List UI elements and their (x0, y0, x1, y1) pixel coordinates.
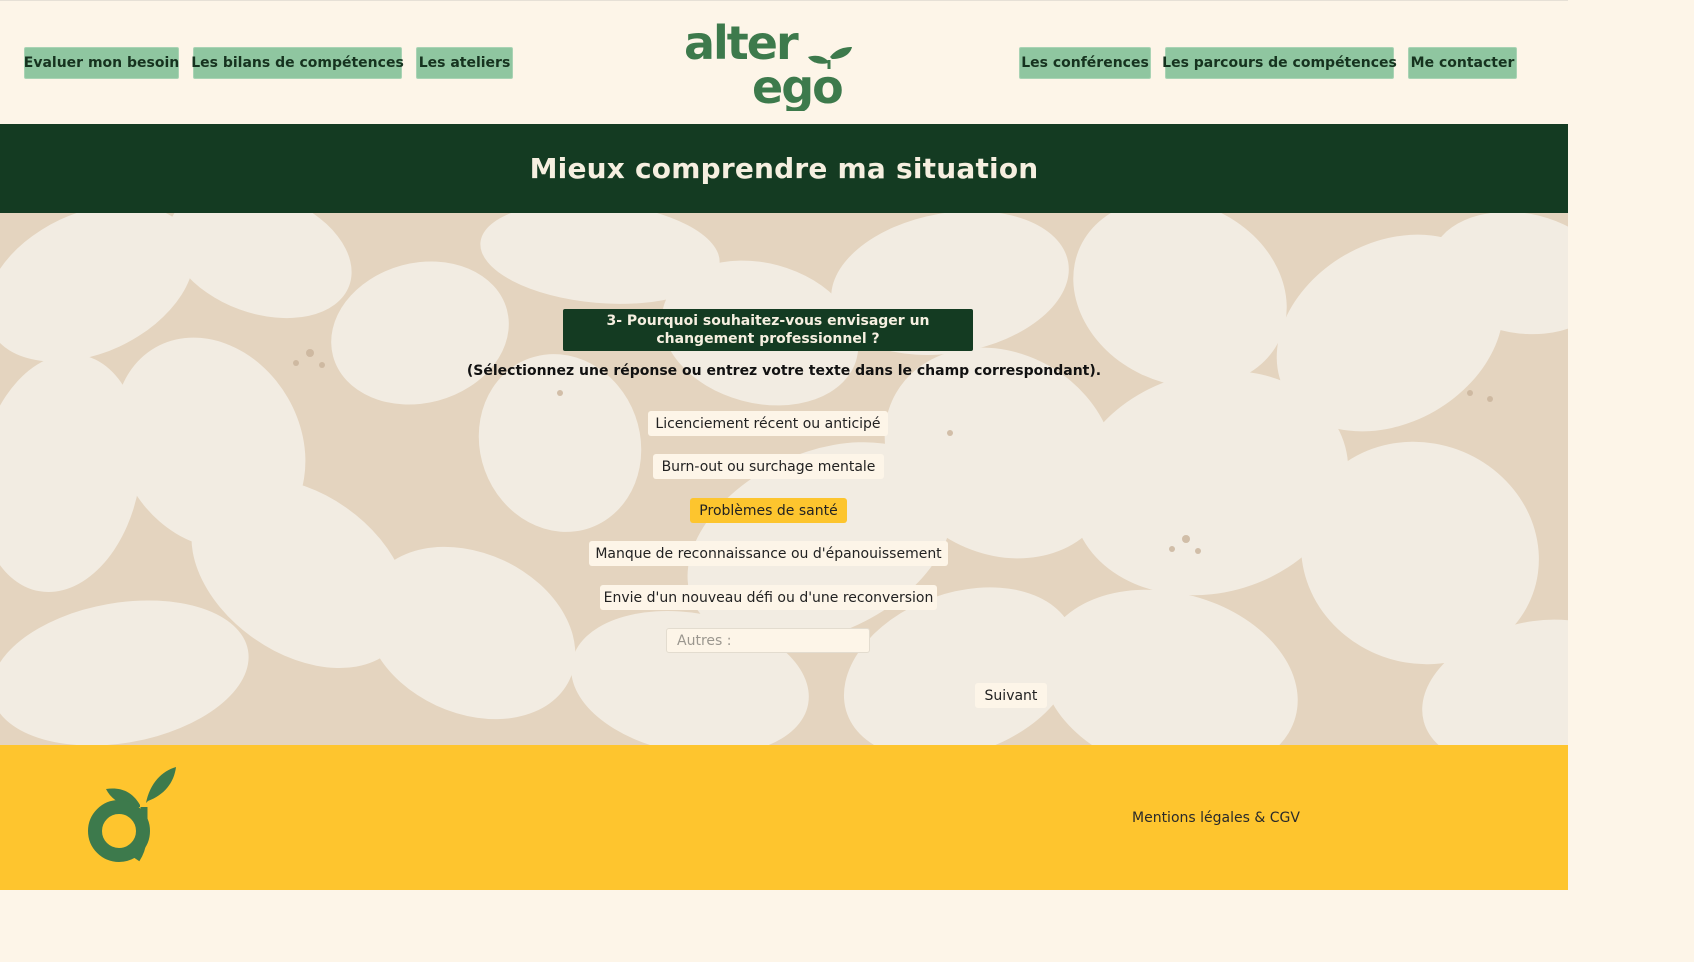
option-nouveau-defi[interactable]: Envie d'un nouveau défi ou d'une reconve… (600, 585, 937, 610)
page-title: Mieux comprendre ma situation (529, 152, 1039, 185)
flower-background-image (0, 213, 1568, 745)
site-header: Evaluer mon besoin Les bilans de compéte… (0, 0, 1568, 124)
nav-conferences[interactable]: Les conférences (1019, 47, 1151, 79)
option-manque-de-reconnaissance[interactable]: Manque de reconnaissance ou d'épanouisse… (589, 541, 948, 566)
alter-ego-logo[interactable]: alter ego (682, 13, 858, 114)
instructions-text: (Sélectionnez une réponse ou entrez votr… (466, 363, 1102, 379)
option-licenciement[interactable]: Licenciement récent ou anticipé (648, 411, 888, 436)
nav-ateliers[interactable]: Les ateliers (416, 47, 513, 79)
nav-bilans-de-competences[interactable]: Les bilans de compétences (191, 47, 404, 79)
questionnaire-section: 3- Pourquoi souhaitez-vous envisager un … (0, 213, 1568, 745)
option-problemes-de-sante[interactable]: Problèmes de santé (690, 498, 847, 523)
legal-notice-link[interactable]: Mentions légales & CGV (1132, 810, 1300, 826)
next-button[interactable]: Suivant (975, 683, 1047, 708)
nav-parcours-de-competences[interactable]: Les parcours de compétences (1162, 47, 1397, 79)
option-burn-out[interactable]: Burn-out ou surchage mentale (653, 454, 884, 479)
sprout-logo-icon (84, 763, 180, 867)
other-answer-input[interactable] (666, 628, 870, 653)
site-footer: Mentions légales & CGV (0, 745, 1568, 890)
question-label: 3- Pourquoi souhaitez-vous envisager un … (563, 309, 973, 351)
nav-evaluer-mon-besoin[interactable]: Evaluer mon besoin (24, 47, 179, 79)
page-title-band: Mieux comprendre ma situation (0, 124, 1568, 213)
nav-me-contacter[interactable]: Me contacter (1408, 47, 1517, 79)
